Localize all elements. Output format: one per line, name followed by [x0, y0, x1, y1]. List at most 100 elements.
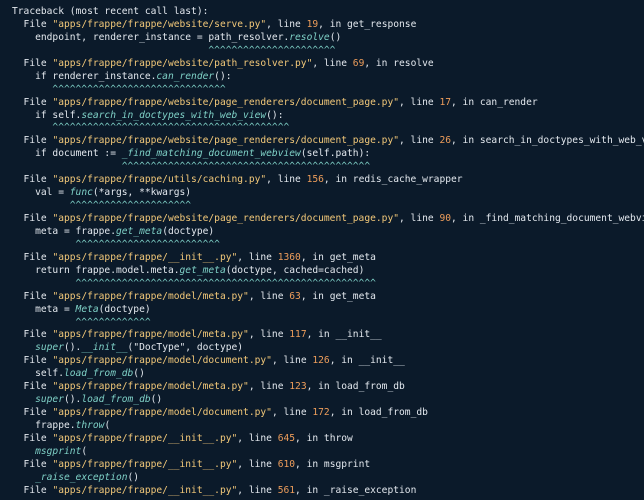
code-text: , in redis_cache_wrapper	[323, 174, 463, 186]
error-caret-marker: ^^^^^^^^^^^^^^^^^^^^^^^^^^^^^^^^^^^^^^^^…	[12, 161, 371, 173]
code-text: Traceback (most recent call last):	[12, 6, 209, 17]
error-caret-marker: ^^^^^^^^^^^^^^^^^^^^^^^^^^^^^^^^^^^^^^^^…	[12, 277, 376, 289]
code-text: , line	[399, 96, 440, 108]
function-call: super	[35, 394, 64, 406]
file-path: "apps/frappe/frappe/model/meta.py"	[52, 381, 249, 393]
code-text: File	[12, 355, 53, 367]
traceback-line: super().__init__("DocType", doctype)	[12, 342, 644, 355]
code-text: , line	[248, 290, 290, 302]
code-text: ()	[133, 368, 145, 380]
error-caret-marker: ^^^^^^^^^^^^^^^^^^^^^	[12, 200, 192, 212]
traceback-line: meta = Meta(doctype)	[12, 304, 644, 317]
code-text: (doctype, cached=cached)	[225, 264, 365, 276]
code-text: ()	[127, 471, 140, 483]
code-text: , in _find_matching_document_webview	[451, 213, 644, 224]
traceback-line: val = func(*args, **kwargs)	[12, 187, 644, 200]
line-number: 63	[289, 290, 301, 302]
code-text: , in throw	[295, 432, 353, 444]
code-text: , line	[399, 135, 440, 147]
line-number: 19	[306, 18, 319, 30]
file-path: "apps/frappe/frappe/__init__.py"	[52, 432, 238, 444]
code-text: (	[104, 420, 111, 431]
code-text: File	[12, 432, 53, 444]
error-caret-marker: ^^^^^^^^^^^^^^^^^^^^^^	[12, 44, 336, 56]
function-call: load_from_db	[81, 394, 151, 406]
traceback-line: meta = frappe.get_meta(doctype)	[12, 226, 644, 239]
traceback-line: _raise_exception()	[12, 472, 644, 485]
code-text: ():	[266, 109, 284, 121]
file-path: "apps/frappe/frappe/model/document.py"	[52, 407, 272, 419]
traceback-line: File "apps/frappe/frappe/utils/caching.p…	[12, 174, 644, 187]
file-path: "apps/frappe/frappe/utils/caching.py"	[52, 174, 267, 186]
function-call: search_in_doctypes_with_web_view	[81, 109, 267, 121]
line-number: 126	[312, 355, 330, 367]
code-text: File	[12, 407, 53, 419]
code-text: ()	[150, 394, 163, 406]
code-text: File	[12, 458, 53, 470]
file-path: "apps/frappe/frappe/website/path_resolve…	[52, 57, 313, 69]
code-text: , line	[237, 432, 278, 444]
traceback-line: if self.search_in_doctypes_with_web_view…	[12, 110, 644, 123]
line-number: 172	[312, 407, 330, 419]
code-text: , in _raise_exception	[295, 484, 417, 496]
code-text: , in __init__	[306, 329, 382, 341]
file-path: "apps/frappe/frappe/__init__.py"	[52, 251, 238, 263]
error-caret-marker: ^^^^^^^^^^^^^^^^^^^^^^^^^^^^^^^^^^^^^^^^…	[12, 122, 290, 134]
code-text: , in load_from_db	[329, 407, 428, 419]
line-number: 117	[289, 329, 307, 341]
code-text: ().	[64, 394, 82, 406]
traceback-line: ^^^^^^^^^^^^^	[12, 317, 644, 330]
traceback-line: File "apps/frappe/frappe/model/meta.py",…	[12, 381, 644, 394]
traceback-line: msgprint(	[12, 446, 644, 459]
code-text: meta = frappe.	[12, 225, 116, 237]
code-text: File	[12, 213, 53, 224]
line-number: 90	[439, 213, 451, 224]
code-text: File	[12, 135, 53, 147]
code-text: File	[12, 381, 53, 393]
code-text: , line	[237, 458, 278, 470]
code-text: File	[12, 18, 53, 30]
code-text: , line	[248, 329, 290, 341]
code-text: , line	[237, 484, 278, 496]
code-text: ("DocType", doctype)	[127, 342, 244, 354]
function-call: super	[35, 342, 64, 354]
code-text: , line	[271, 355, 313, 367]
line-number: 69	[352, 57, 365, 69]
code-text: , in get_response	[318, 18, 417, 30]
code-text: val =	[12, 187, 70, 199]
code-text: frappe.	[12, 420, 76, 431]
code-text: , line	[237, 251, 278, 263]
traceback-line: File "apps/frappe/frappe/model/document.…	[12, 407, 644, 420]
code-text: , line	[266, 174, 307, 186]
function-call: __init__	[81, 342, 128, 354]
traceback-line: self.load_from_db()	[12, 368, 644, 381]
code-text: return frappe.model.meta.	[12, 264, 180, 276]
code-text: , in search_in_doctypes_with_web_view	[451, 135, 644, 147]
code-text: (doctype)	[162, 225, 215, 237]
code-text: self.	[12, 368, 64, 380]
error-caret-marker: ^^^^^^^^^^^^^^^^^^^^^^^^^^^^^^	[12, 83, 226, 95]
code-text: (	[81, 445, 88, 457]
traceback-line: ^^^^^^^^^^^^^^^^^^^^^^^^^^^^^^	[12, 84, 644, 97]
traceback-line: if document := _find_matching_document_w…	[12, 148, 644, 161]
function-call: load_from_db	[63, 368, 134, 380]
traceback-line: File "apps/frappe/frappe/website/page_re…	[12, 97, 644, 110]
traceback-line: ^^^^^^^^^^^^^^^^^^^^^^^^^^^^^^^^^^^^^^^^…	[12, 278, 644, 291]
traceback-line: frappe.throw(	[12, 420, 644, 433]
code-text: , in get_meta	[300, 290, 376, 302]
code-text: File	[12, 251, 53, 263]
file-path: "apps/frappe/frappe/website/page_rendere…	[52, 213, 399, 224]
function-call: _raise_exception	[35, 471, 128, 483]
code-text: File	[12, 484, 53, 496]
code-text: , line	[248, 381, 290, 393]
function-call: can_render	[156, 70, 215, 82]
file-path: "apps/frappe/frappe/website/page_rendere…	[52, 96, 399, 108]
traceback-line: Traceback (most recent call last):	[12, 6, 644, 19]
code-text: ()	[329, 31, 342, 43]
code-text: , in resolve	[364, 57, 434, 69]
line-number: 26	[439, 135, 451, 147]
traceback-line: return frappe.model.meta.get_meta(doctyp…	[12, 265, 644, 278]
traceback-line: File "apps/frappe/frappe/website/path_re…	[12, 58, 644, 71]
